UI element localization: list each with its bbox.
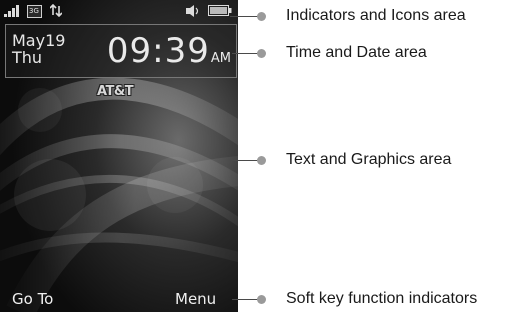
status-bar: 3G <box>0 0 238 22</box>
clock-ampm: AM <box>210 51 231 66</box>
callout-time-date: Time and Date area <box>232 44 529 61</box>
callout-dot <box>257 156 266 165</box>
time-date-box: May19 Thu 09:39AM <box>5 24 237 78</box>
clock-time: 09:39 <box>106 31 210 71</box>
callout-line <box>232 160 258 161</box>
3g-label: 3G <box>29 7 39 15</box>
data-transfer-icon <box>50 4 62 17</box>
battery-icon <box>208 5 232 16</box>
phone-screen: 3G May19 Thu 09:39AM AT&T Go To Menu <box>0 0 238 312</box>
softkey-go-to[interactable]: Go To <box>12 290 53 308</box>
callout-line <box>230 16 258 17</box>
softkey-menu[interactable]: Menu <box>175 290 216 308</box>
callout-line <box>232 299 258 300</box>
callout-label-softkeys: Soft key function indicators <box>286 290 478 307</box>
callout-softkeys: Soft key function indicators <box>232 290 529 307</box>
callout-text-graphics: Text and Graphics area <box>232 151 529 168</box>
callout-label-time-date: Time and Date area <box>286 44 427 61</box>
clock-display: 09:39AM <box>107 32 231 78</box>
callout-label-indicators: Indicators and Icons area <box>286 7 466 24</box>
date-weekday: Thu <box>12 48 43 67</box>
3g-icon: 3G <box>27 5 42 18</box>
callout-dot <box>257 295 266 304</box>
callout-dot <box>257 49 266 58</box>
date-display: May19 Thu <box>12 32 65 66</box>
callout-label-text-graphics: Text and Graphics area <box>286 151 452 168</box>
callout-dot <box>257 12 266 21</box>
carrier-logo: AT&T <box>97 84 134 99</box>
signal-strength-icon <box>4 5 19 17</box>
callout-indicators: Indicators and Icons area <box>230 7 529 24</box>
callout-line <box>232 53 258 54</box>
sound-icon <box>186 5 199 17</box>
